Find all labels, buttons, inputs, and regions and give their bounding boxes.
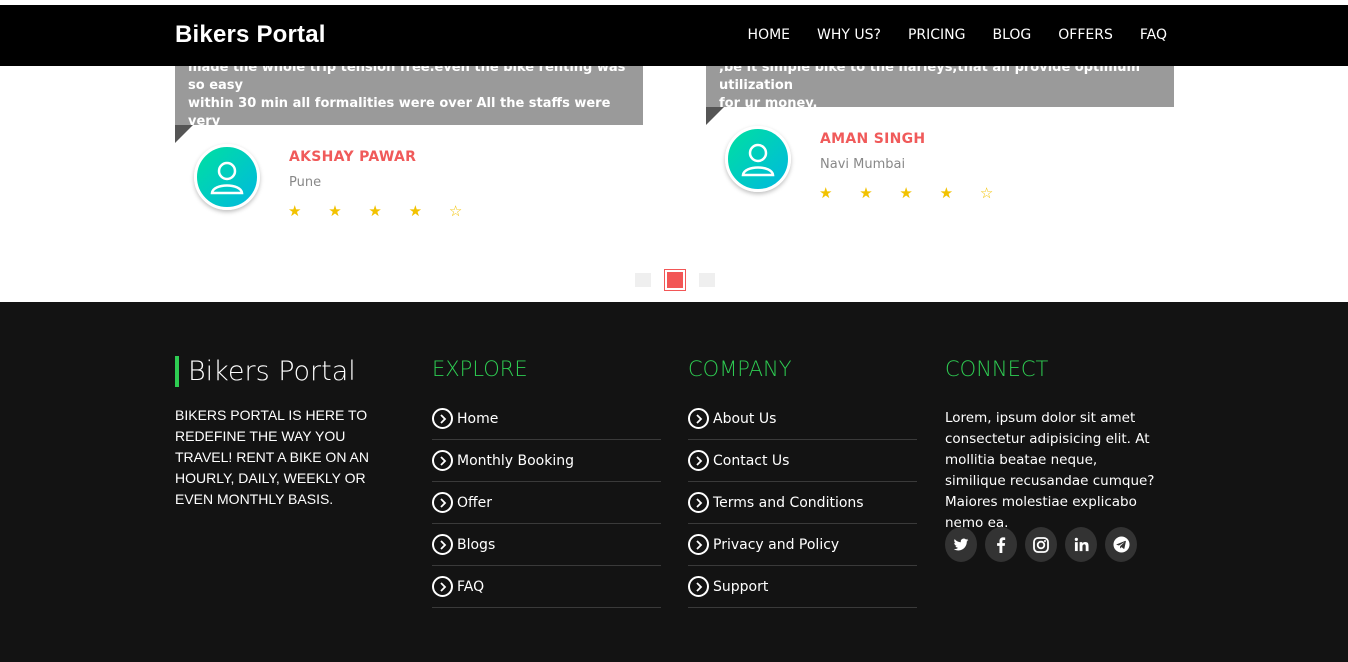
company-list: About Us Contact Us Terms and Conditions… xyxy=(688,398,917,608)
carousel-dot[interactable] xyxy=(699,273,715,287)
chevron-right-icon xyxy=(688,408,709,429)
testimonial-line: for ur money. xyxy=(719,96,818,111)
footer-link-label: Offer xyxy=(457,494,493,511)
twitter-icon[interactable] xyxy=(945,527,977,562)
avatar xyxy=(725,126,791,192)
carousel-dot[interactable] xyxy=(635,273,651,287)
footer-link-label: Support xyxy=(713,578,769,595)
chevron-right-icon xyxy=(432,492,453,513)
footer-link-faq[interactable]: FAQ xyxy=(432,566,661,608)
linkedin-icon[interactable] xyxy=(1065,527,1097,562)
carousel-indicators xyxy=(635,269,715,291)
facebook-icon[interactable] xyxy=(985,527,1017,562)
footer-link-monthly-booking[interactable]: Monthly Booking xyxy=(432,440,661,482)
footer-link-privacy[interactable]: Privacy and Policy xyxy=(688,524,917,566)
footer-link-label: Terms and Conditions xyxy=(713,494,864,511)
footer-link-terms[interactable]: Terms and Conditions xyxy=(688,482,917,524)
footer-link-label: FAQ xyxy=(457,578,485,595)
navbar: Bikers Portal HOME WHY US? PRICING BLOG … xyxy=(0,5,1348,66)
footer-link-label: Home xyxy=(457,410,499,427)
chevron-right-icon xyxy=(688,576,709,597)
social-links xyxy=(945,527,1137,562)
reviewer-location: Navi Mumbai xyxy=(820,157,906,172)
footer-link-label: Contact Us xyxy=(713,452,790,469)
brand-logo[interactable]: Bikers Portal xyxy=(175,21,326,49)
footer-link-home[interactable]: Home xyxy=(432,398,661,440)
testimonial-text-box: made the whole trip tension free.even th… xyxy=(175,59,643,147)
chevron-right-icon xyxy=(432,408,453,429)
footer-link-label: Privacy and Policy xyxy=(713,536,840,553)
footer-link-support[interactable]: Support xyxy=(688,566,917,608)
nav-home[interactable]: HOME xyxy=(748,27,790,43)
chevron-right-icon xyxy=(688,534,709,555)
nav-offers[interactable]: OFFERS xyxy=(1058,27,1113,43)
chevron-right-icon xyxy=(688,450,709,471)
chevron-right-icon xyxy=(432,450,453,471)
reviewer-name: AKSHAY PAWAR xyxy=(289,149,417,165)
testimonial-line: cooperative. xyxy=(188,132,280,147)
nav-faq[interactable]: FAQ xyxy=(1140,27,1167,43)
footer-description: BIKERS PORTAL IS HERE TO REDEFINE THE WA… xyxy=(175,407,369,507)
chevron-right-icon xyxy=(688,492,709,513)
avatar xyxy=(194,144,260,210)
testimonial-text-box: ,be it simple bike to the harleys,that a… xyxy=(706,59,1174,111)
star-rating: ★ ★ ★ ★ ☆ xyxy=(819,184,1005,202)
reviewer-name: AMAN SINGH xyxy=(820,131,926,147)
explore-heading: EXPLORE xyxy=(432,357,528,381)
footer-link-offer[interactable]: Offer xyxy=(432,482,661,524)
footer-link-about-us[interactable]: About Us xyxy=(688,398,917,440)
connect-heading: CONNECT xyxy=(945,357,1049,381)
chevron-right-icon xyxy=(432,534,453,555)
footer-link-label: Monthly Booking xyxy=(457,452,574,469)
speech-fold xyxy=(706,107,724,125)
nav-pricing[interactable]: PRICING xyxy=(908,27,966,43)
user-icon xyxy=(741,143,775,177)
footer-brand: Bikers Portal xyxy=(175,356,356,387)
nav-why-us[interactable]: WHY US? xyxy=(817,27,881,43)
telegram-icon[interactable] xyxy=(1105,527,1137,562)
footer-link-blogs[interactable]: Blogs xyxy=(432,524,661,566)
footer-link-label: About Us xyxy=(713,410,777,427)
company-heading: COMPANY xyxy=(688,357,792,381)
footer-link-label: Blogs xyxy=(457,536,496,553)
carousel-dot-active[interactable] xyxy=(664,269,686,291)
instagram-icon[interactable] xyxy=(1025,527,1057,562)
connect-text: Lorem, ipsum dolor sit amet consectetur … xyxy=(945,410,1155,531)
testimonial-line: within 30 min all formalities were over … xyxy=(188,96,611,129)
speech-fold xyxy=(175,125,193,143)
reviewer-location: Pune xyxy=(289,175,322,190)
nav-blog[interactable]: BLOG xyxy=(993,27,1032,43)
chevron-right-icon xyxy=(432,576,453,597)
footer-link-contact-us[interactable]: Contact Us xyxy=(688,440,917,482)
explore-list: Home Monthly Booking Offer Blogs FAQ xyxy=(432,398,661,608)
star-rating: ★ ★ ★ ★ ☆ xyxy=(288,202,474,220)
nav-links: HOME WHY US? PRICING BLOG OFFERS FAQ xyxy=(748,27,1167,43)
user-icon xyxy=(210,161,244,195)
